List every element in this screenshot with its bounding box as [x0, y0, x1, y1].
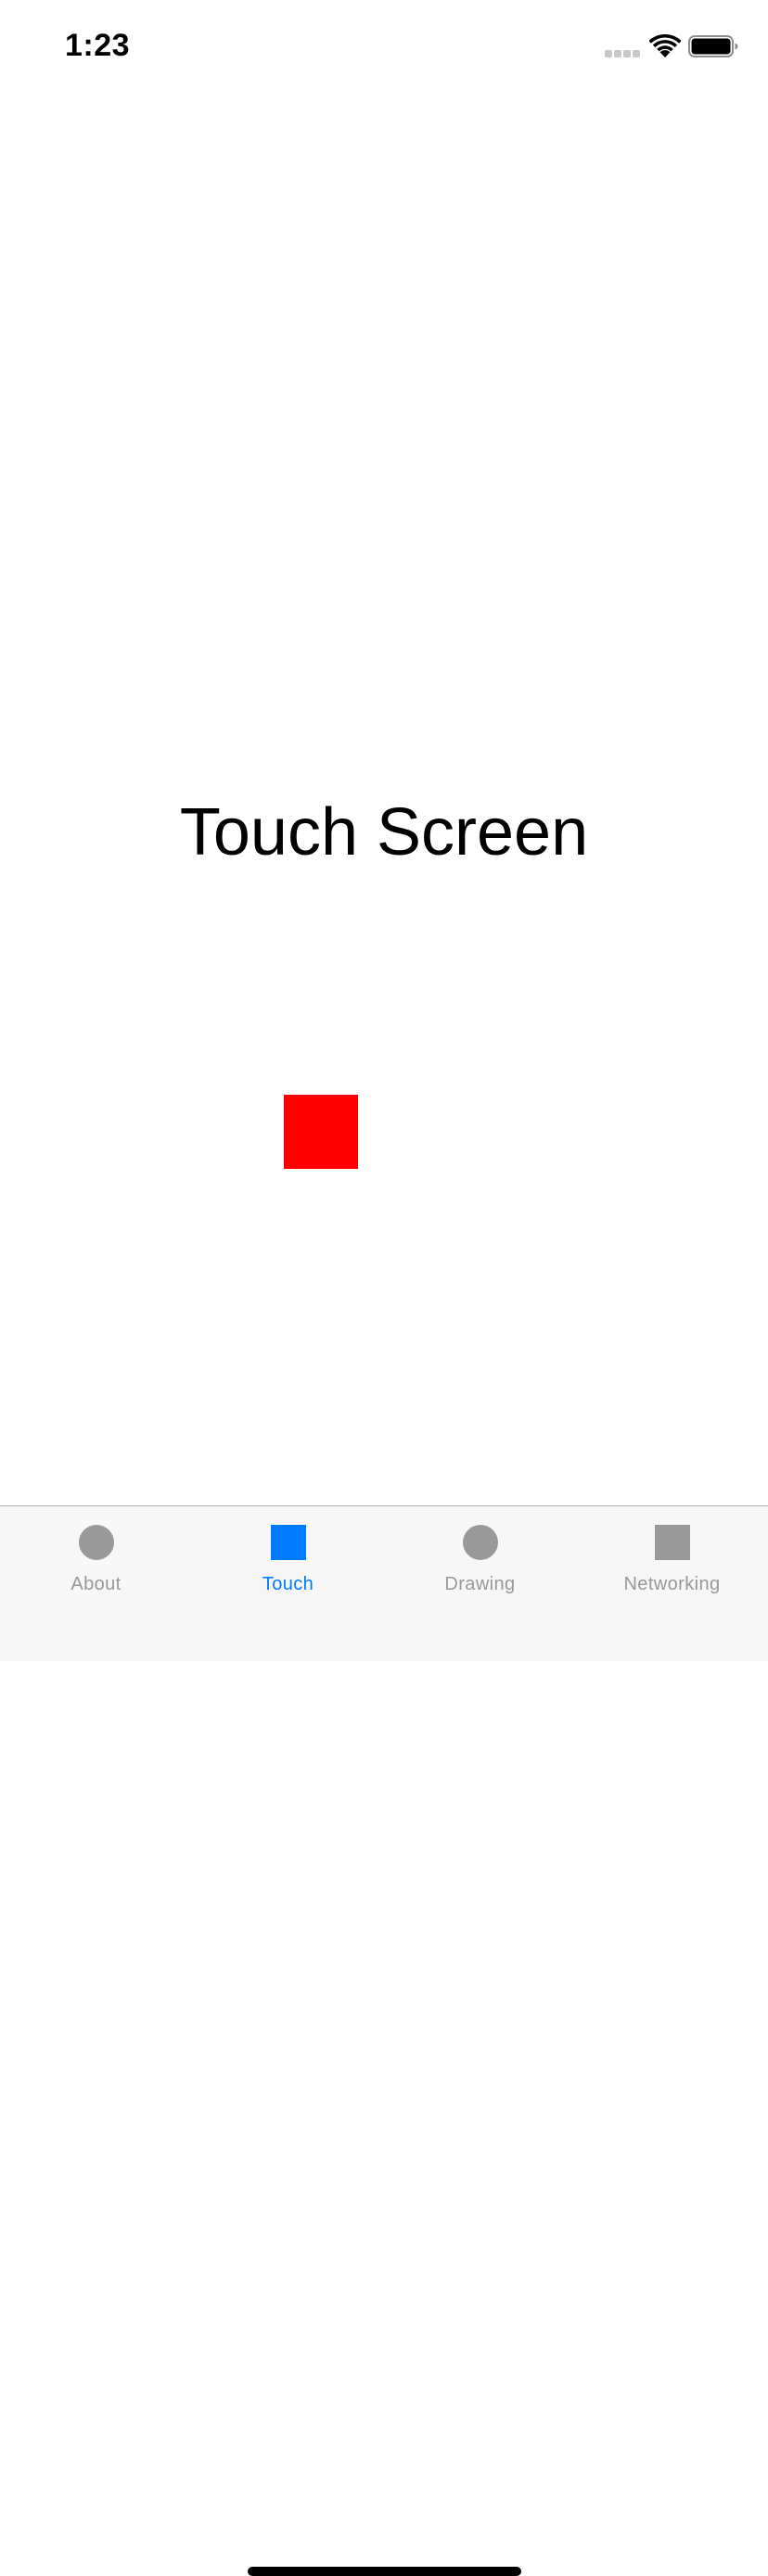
red-touch-square[interactable] [284, 1095, 358, 1169]
tab-label-drawing: Drawing [444, 1574, 516, 1594]
battery-icon [688, 35, 738, 57]
tab-label-networking: Networking [623, 1574, 721, 1594]
tab-touch[interactable]: Touch [192, 1506, 384, 1608]
home-indicator[interactable] [248, 2567, 521, 2576]
tab-bar: About Touch Drawing Networking [0, 1505, 768, 2576]
square-icon [270, 1525, 306, 1560]
tab-about[interactable]: About [0, 1506, 192, 1608]
cellular-signal-icon [605, 50, 640, 57]
circle-icon [462, 1525, 498, 1560]
tab-networking[interactable]: Networking [576, 1506, 768, 1608]
circle-icon [78, 1525, 114, 1560]
wifi-icon [649, 34, 681, 57]
tab-drawing[interactable]: Drawing [384, 1506, 576, 1608]
screen-title: Touch Screen [179, 795, 589, 869]
touch-screen-view[interactable]: Touch Screen [0, 93, 768, 1505]
tab-label-about: About [70, 1574, 122, 1594]
status-time: 1:23 [65, 28, 131, 63]
square-icon [654, 1525, 690, 1560]
status-bar: 1:23 [0, 0, 768, 93]
tab-label-touch: Touch [262, 1574, 314, 1594]
